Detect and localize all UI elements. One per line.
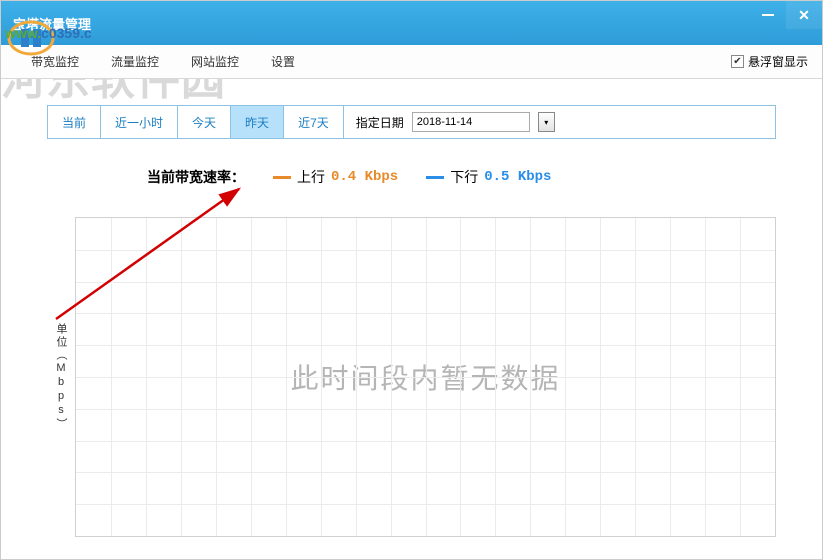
download-legend-line [426, 176, 444, 179]
rate-prefix: 当前带宽速率： [147, 167, 245, 187]
menu-settings[interactable]: 设置 [255, 45, 311, 78]
upload-label: 上行 [297, 167, 325, 187]
tab-yesterday[interactable]: 昨天 [231, 106, 284, 138]
tab-today[interactable]: 今天 [178, 106, 231, 138]
chart-y-axis-label: 单位（Mbps） [47, 323, 75, 431]
float-checkbox[interactable]: ✔ [731, 55, 744, 68]
minimize-button[interactable] [750, 1, 786, 29]
download-value: 0.5 Kbps [484, 169, 551, 185]
bandwidth-rate: 当前带宽速率： 上行 0.4 Kbps 下行 0.5 Kbps [47, 167, 776, 187]
tab-7days[interactable]: 近7天 [284, 106, 344, 138]
date-label: 指定日期 [356, 114, 404, 131]
time-tabs: 当前 近一小时 今天 昨天 近7天 指定日期 ▾ [47, 105, 776, 139]
date-picker-button[interactable]: ▾ [538, 112, 555, 132]
menu-traffic[interactable]: 流量监控 [95, 45, 175, 78]
tab-last-hour[interactable]: 近一小时 [101, 106, 178, 138]
menu-website[interactable]: 网站监控 [175, 45, 255, 78]
date-input[interactable] [412, 112, 530, 132]
menu-bandwidth[interactable]: 带宽监控 [15, 45, 95, 78]
chart-area: 此时间段内暂无数据 [75, 217, 776, 537]
upload-legend-line [273, 176, 291, 179]
watermark-url: www.c0359.c [5, 25, 92, 41]
titlebar: 宝塔流量管理 ✕ [1, 1, 822, 45]
close-button[interactable]: ✕ [786, 1, 822, 29]
menubar: 带宽监控 流量监控 网站监控 设置 ✔ 悬浮窗显示 [1, 45, 822, 79]
tab-current[interactable]: 当前 [48, 106, 101, 138]
download-label: 下行 [450, 167, 478, 187]
float-label: 悬浮窗显示 [748, 53, 808, 70]
upload-value: 0.4 Kbps [331, 169, 398, 185]
